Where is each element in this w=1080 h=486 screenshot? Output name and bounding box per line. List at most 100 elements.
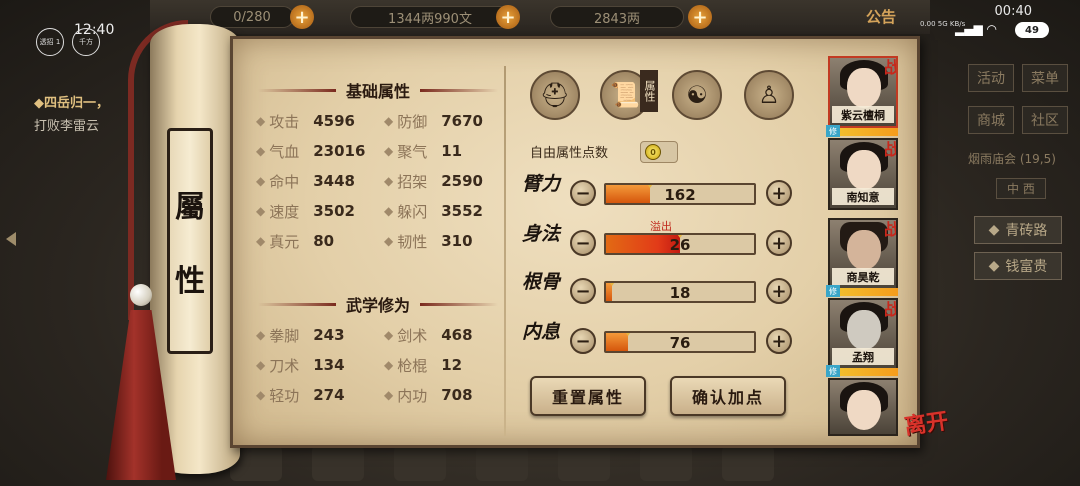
stat-true-energy: ◆ 真元 80 [256, 230, 334, 252]
stat-label: 攻击 [269, 112, 300, 131]
activity-button[interactable]: 活动 [968, 64, 1014, 92]
tassel-bead [130, 284, 152, 306]
stat-label: 剑术 [397, 326, 428, 345]
tab-meridians[interactable]: ♙ [744, 70, 794, 120]
face-shape [847, 150, 881, 190]
phone-status-bar: 00:40 0.00 5G KB/s ▂▄▆ ◠ 49 [920, 0, 1080, 38]
attr-row-strength: 臂力 − 162 + [522, 174, 792, 214]
diamond-icon: ◆ [384, 144, 394, 158]
float-button-2[interactable]: 千方 [72, 28, 100, 56]
stat-label: 聚气 [397, 142, 428, 161]
portrait-char-2[interactable]: 南知意 战 [828, 138, 898, 210]
float-button-1[interactable]: 透招 1 [36, 28, 64, 56]
stat-value: 468 [441, 326, 473, 344]
portrait-char-1[interactable]: 紫云檀桐 战 [828, 56, 898, 128]
stat-value: 12 [441, 356, 463, 374]
decrease-constitution-button[interactable]: − [570, 278, 596, 304]
bottom-slot-7[interactable] [722, 445, 774, 481]
collapse-left-arrow-icon[interactable] [6, 232, 16, 246]
stat-value: 11 [441, 142, 463, 160]
stat-label: 刀术 [269, 356, 300, 375]
stat-value: 3448 [313, 172, 355, 190]
decrease-agility-button[interactable]: − [570, 230, 596, 256]
minus-icon: − [575, 280, 591, 302]
attr-row-constitution: 根骨 − 18 + [522, 272, 792, 312]
road-button-2[interactable]: ◆ 钱富贵 [974, 252, 1062, 280]
diamond-icon: ◆ [384, 358, 394, 372]
battery-icon: 49 [1015, 22, 1049, 38]
attr-row-breath: 内息 − 76 + [522, 322, 792, 362]
stat-label: 防御 [397, 112, 428, 131]
increase-constitution-button[interactable]: + [766, 278, 792, 304]
martial-title: 武学修为 [346, 296, 411, 315]
stat-dodge: ◆ 躲闪 3552 [384, 200, 483, 222]
tab-equipment[interactable]: ⛑ [530, 70, 580, 120]
compass-indicator: 中 西 [996, 178, 1046, 199]
plus-icon: + [771, 232, 787, 254]
community-button[interactable]: 社区 [1022, 106, 1068, 134]
increase-strength-button[interactable]: + [766, 180, 792, 206]
attr-name: 臂力 [522, 173, 561, 195]
face-shape [847, 230, 881, 270]
divider-line [258, 302, 336, 306]
face-shape [847, 390, 881, 430]
leave-button[interactable]: 离开 [902, 403, 950, 441]
increase-agility-button[interactable]: + [766, 230, 792, 256]
add-gold-button[interactable]: + [688, 5, 712, 29]
reset-attributes-button[interactable]: 重置属性 [530, 376, 646, 416]
plus-icon: + [692, 6, 708, 28]
stat-toughness: ◆ 韧性 310 [384, 230, 473, 252]
breath-bar: 76 [604, 331, 756, 353]
tab-attributes-active-label: 属性 [640, 70, 658, 112]
resource-value-1: 0/280 [233, 9, 271, 25]
bottom-slot-4[interactable] [476, 445, 528, 481]
attr-value: 162 [664, 186, 696, 204]
stat-neigong: ◆ 内功 708 [384, 384, 473, 406]
resource-counter-1: 0/280 [210, 6, 294, 28]
portrait-char-5[interactable] [828, 378, 898, 436]
shop-button[interactable]: 商城 [968, 106, 1014, 134]
portrait-char-4[interactable]: 孟翔 战 [828, 298, 898, 370]
quest-tracker[interactable]: ◆四岳归一， 打败李雷云 [34, 92, 109, 134]
road-button-1[interactable]: ◆ 青砖路 [974, 216, 1062, 244]
face-shape [847, 68, 881, 108]
increase-breath-button[interactable]: + [766, 328, 792, 354]
diamond-icon: ◆ [256, 234, 266, 248]
char-name: 商昊乾 [832, 268, 894, 285]
bottom-slot-3[interactable] [394, 445, 446, 481]
stat-label: 内功 [397, 386, 428, 405]
bottom-slot-6[interactable] [640, 445, 692, 481]
stat-qinggong: ◆ 轻功 274 [256, 384, 345, 406]
bottom-slot-5[interactable] [558, 445, 610, 481]
stat-value: 23016 [313, 142, 366, 160]
stat-parry: ◆ 招架 2590 [384, 170, 483, 192]
decrease-strength-button[interactable]: − [570, 180, 596, 206]
attr-value: 26 [669, 236, 691, 254]
coin-icon: 0 [645, 144, 661, 160]
decrease-breath-button[interactable]: − [570, 328, 596, 354]
road-label-1: 青砖路 [1005, 223, 1048, 239]
confirm-points-button[interactable]: 确认加点 [670, 376, 786, 416]
quest-title: ◆四岳归一， [34, 96, 109, 111]
add-money-button[interactable]: + [496, 5, 520, 29]
attr-value: 18 [669, 284, 691, 302]
diamond-icon: ◆ [256, 174, 266, 188]
diamond-icon: ◆ [384, 234, 394, 248]
menu-button[interactable]: 菜单 [1022, 64, 1068, 92]
stat-value: 708 [441, 386, 473, 404]
add-resource-1-button[interactable]: + [290, 5, 314, 29]
repair-tag: 修 [826, 285, 840, 297]
stat-value: 134 [313, 356, 345, 374]
attr-name: 内息 [522, 321, 561, 343]
resource-counter-gold: 2843两 [550, 6, 684, 28]
road-label-2: 钱富贵 [1005, 259, 1048, 275]
gold-value: 2843两 [593, 11, 641, 27]
notice-button[interactable]: 公告 [866, 6, 896, 27]
portrait-char-3[interactable]: 商昊乾 战 [828, 218, 898, 290]
stat-fist: ◆ 拳脚 243 [256, 324, 345, 346]
divider-line [258, 88, 336, 92]
tab-skills[interactable]: ☯ [672, 70, 722, 120]
scroll-title-char-1: 屬 [175, 190, 205, 225]
bottom-slot-2[interactable] [312, 445, 364, 481]
stat-attack: ◆ 攻击 4596 [256, 110, 355, 132]
